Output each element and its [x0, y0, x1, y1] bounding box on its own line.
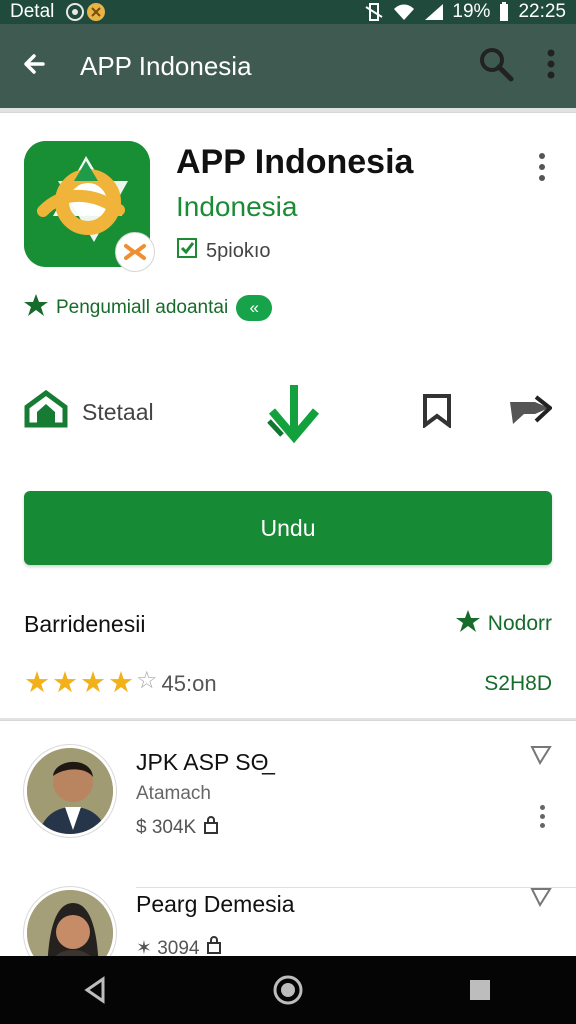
app-tag-label: 5piokıo — [206, 239, 271, 262]
recents-nav-icon[interactable] — [456, 966, 504, 1014]
search-icon[interactable] — [478, 46, 514, 87]
store-action[interactable]: Stetaal — [24, 389, 154, 434]
store-action-label: Stetaal — [82, 398, 154, 425]
list-item-subtitle: Atamach — [136, 783, 211, 804]
action-row: Stetaal — [24, 377, 554, 447]
list-item-more-icon[interactable] — [536, 801, 548, 831]
more-dot — [539, 164, 545, 170]
more-dot — [539, 804, 545, 810]
open-icon[interactable] — [530, 745, 552, 766]
star-icon — [455, 609, 480, 639]
list-item-meta-value: ✶ 3094 — [136, 937, 200, 957]
share-icon[interactable] — [508, 393, 554, 432]
filled-star-icon: ★ — [80, 667, 106, 699]
home-nav-icon[interactable] — [264, 966, 312, 1014]
download-arrow-icon[interactable] — [264, 381, 324, 445]
editors-choice-badge: « — [236, 295, 273, 321]
list-item[interactable]: Pearg Demesia ✶ 3094 — [0, 887, 576, 956]
open-icon[interactable] — [530, 887, 552, 908]
rating-score: 45:on — [161, 670, 217, 696]
publisher-link[interactable]: Indonesia — [176, 191, 297, 223]
app-tag: 5piokıo — [176, 237, 271, 265]
ratings-header: Barridenesii Nodorr — [24, 609, 552, 639]
ratings-more-label: Nodorr — [487, 612, 552, 635]
install-button[interactable]: Undu — [24, 491, 552, 565]
rating-stars: ★ ★ ★ ★ ☆ — [24, 669, 158, 698]
bookmark-icon[interactable] — [420, 392, 454, 433]
app-title: APP Indonesia — [176, 143, 414, 181]
editors-choice-label: Pengumiall adoantai — [56, 297, 229, 318]
list-item-title: JPK ASP SΘ̲ — [136, 749, 269, 775]
battery-percent: 19% — [452, 1, 491, 22]
filled-star-icon: ★ — [52, 667, 78, 699]
editors-choice: Pengumiall adoantai « — [24, 293, 273, 323]
back-nav-icon[interactable] — [72, 966, 120, 1014]
ratings-title: Barridenesii — [24, 610, 146, 637]
arrow-left-icon[interactable] — [20, 49, 50, 84]
lock-icon — [202, 815, 220, 841]
wifi-icon — [392, 3, 416, 21]
developer-list: JPK ASP SΘ̲ Atamach $ 304K Pearg Demesia… — [0, 720, 576, 956]
filled-star-icon: ★ — [24, 667, 50, 699]
filled-star-icon: ★ — [108, 667, 134, 699]
avatar — [24, 887, 116, 956]
empty-star-icon: ☆ — [136, 667, 158, 694]
lock-icon — [205, 935, 223, 956]
ratings-more-link[interactable]: Nodorr — [455, 609, 552, 639]
star-icon — [24, 293, 48, 323]
app-status-icon — [86, 2, 106, 22]
app-bar: APP Indonesia — [0, 24, 576, 108]
checkbox-icon — [176, 237, 198, 265]
status-bar: Detal 19% 22:25 — [0, 0, 576, 24]
carrier-label: Detal — [10, 1, 55, 22]
more-dot — [539, 822, 545, 828]
list-item-meta: ✶ 3094 — [136, 935, 223, 956]
rating-code: S2H8D — [484, 671, 552, 695]
more-dot — [539, 175, 545, 181]
rating-summary: ★ ★ ★ ★ ☆ 45:on S2H8D — [24, 669, 552, 698]
more-dot — [539, 813, 545, 819]
app-logo — [24, 141, 155, 272]
more-options-icon[interactable] — [527, 147, 557, 187]
cell-signal-icon — [424, 3, 444, 21]
list-item-title: Pearg Demesia — [136, 891, 295, 917]
vibrate-icon — [364, 2, 384, 22]
app-details-card: APP Indonesia Indonesia 5piokıo Pengumia… — [0, 112, 576, 718]
battery-icon — [498, 2, 510, 22]
app-badge-icon — [115, 232, 155, 272]
app-bar-title: APP Indonesia — [80, 50, 252, 81]
time-label: 22:25 — [518, 1, 566, 22]
signal-status-icon — [64, 3, 86, 21]
list-item[interactable]: JPK ASP SΘ̲ Atamach $ 304K — [0, 745, 576, 888]
avatar — [24, 745, 116, 837]
system-navigation-bar — [0, 956, 576, 1024]
list-item-meta: $ 304K — [136, 815, 220, 841]
list-item-meta-value: $ 304K — [136, 817, 197, 838]
more-vert-icon[interactable] — [546, 48, 556, 85]
more-dot — [539, 153, 545, 159]
store-icon — [24, 389, 68, 434]
